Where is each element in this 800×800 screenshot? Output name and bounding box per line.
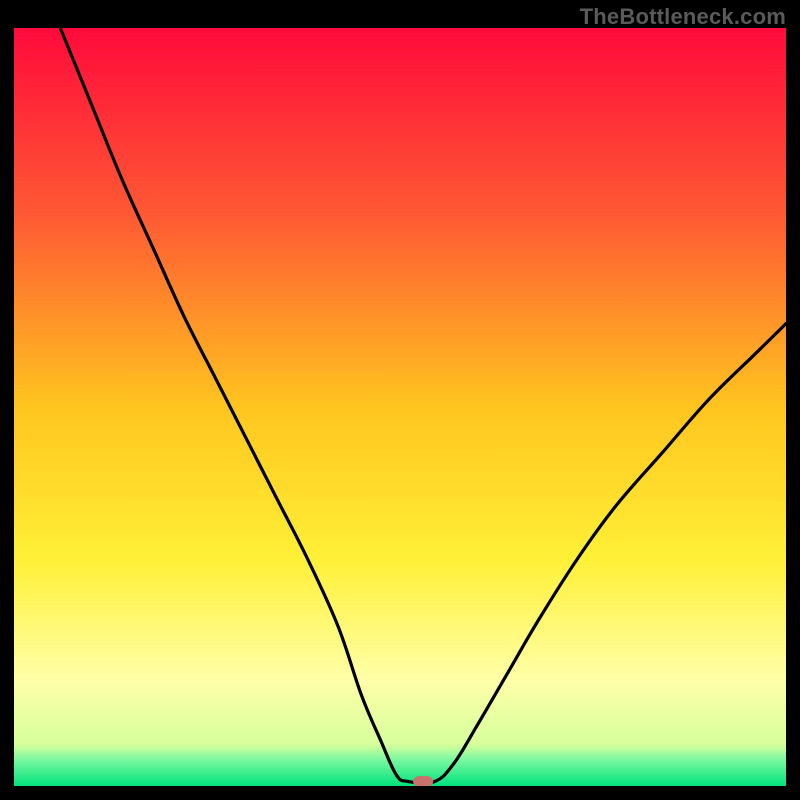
watermark-text: TheBottleneck.com [580, 4, 786, 30]
minimum-marker [413, 776, 433, 786]
chart-frame [14, 28, 786, 786]
bottleneck-curve-chart [14, 28, 786, 786]
gradient-background [14, 28, 786, 786]
